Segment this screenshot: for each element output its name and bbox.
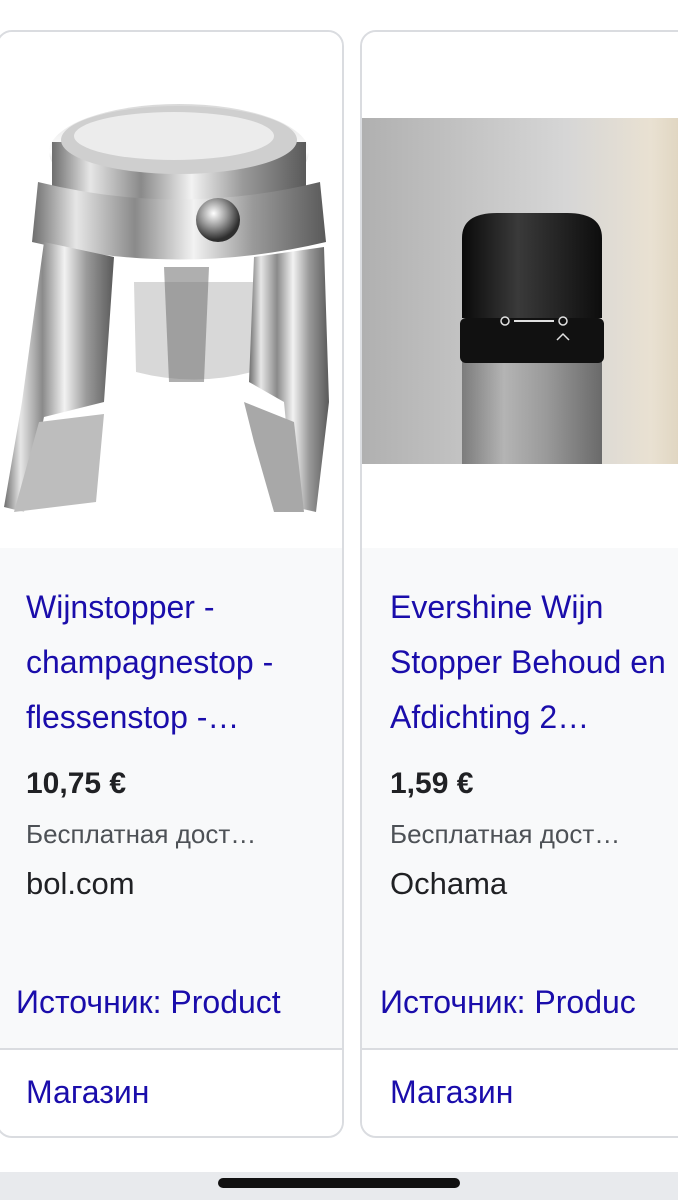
shipping-info: Бесплатная дост… bbox=[26, 819, 257, 849]
product-title-link[interactable]: Wijnstopper - champagnestop - flessensto… bbox=[26, 580, 326, 745]
product-image[interactable] bbox=[4, 42, 338, 542]
merchant-name: Ochama bbox=[390, 866, 508, 901]
home-indicator[interactable] bbox=[218, 1178, 460, 1188]
product-image-area[interactable] bbox=[0, 32, 342, 548]
source-link[interactable]: Источник: Product bbox=[16, 984, 342, 1021]
champagne-stopper-image bbox=[4, 104, 329, 512]
source-link[interactable]: Источник: Produc bbox=[380, 984, 678, 1021]
product-card[interactable]: Wijnstopper - champagnestop - flessensto… bbox=[0, 30, 344, 1138]
store-link[interactable]: Магазин bbox=[26, 1074, 149, 1111]
product-image-area[interactable] bbox=[362, 32, 678, 548]
shopping-results-viewport: Wijnstopper - champagnestop - flessensto… bbox=[0, 0, 678, 1200]
store-row[interactable]: Магазин bbox=[362, 1050, 678, 1136]
merchant-name: bol.com bbox=[26, 866, 135, 901]
shipping-info: Бесплатная дост… bbox=[390, 819, 621, 849]
product-price: 1,59 € bbox=[390, 767, 474, 800]
store-row[interactable]: Магазин bbox=[0, 1050, 342, 1136]
store-link[interactable]: Магазин bbox=[390, 1074, 513, 1111]
product-image[interactable] bbox=[362, 118, 678, 464]
vacuum-wine-stopper-image bbox=[362, 118, 678, 464]
product-title-link[interactable]: Evershine Wijn Stopper Behoud en Afdicht… bbox=[390, 580, 678, 745]
product-card[interactable]: Evershine Wijn Stopper Behoud en Afdicht… bbox=[360, 30, 678, 1138]
product-price: 10,75 € bbox=[26, 767, 127, 800]
